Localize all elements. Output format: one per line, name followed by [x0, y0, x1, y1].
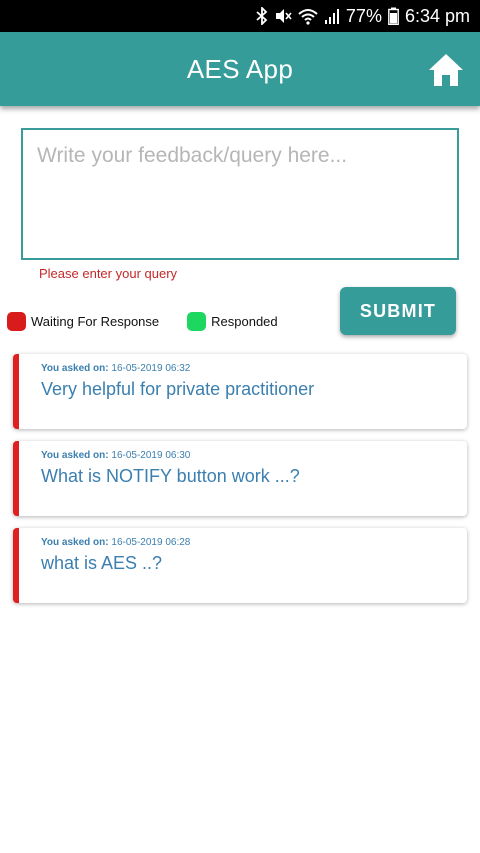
- asked-label: You asked on:: [41, 537, 109, 548]
- query-text: what is AES ..?: [41, 553, 163, 573]
- query-list: You asked on: 16-05-2019 06:32 Very help…: [13, 354, 467, 615]
- app-title: AES App: [186, 53, 294, 84]
- legend-label-waiting: Waiting For Response: [31, 314, 160, 329]
- asked-line: You asked on: 16-05-2019 06:32: [41, 363, 467, 374]
- home-icon: [429, 54, 463, 86]
- query-card[interactable]: You asked on: 16-05-2019 06:30 What is N…: [13, 441, 467, 516]
- responded-swatch: [187, 312, 207, 331]
- bluetooth-icon: [256, 7, 268, 25]
- mute-icon: [274, 7, 292, 25]
- app-bar: AES App: [0, 32, 480, 106]
- legend-item-waiting: Waiting For Response: [7, 312, 159, 331]
- battery-icon: [388, 7, 399, 25]
- status-legend: Waiting For Response Responded: [7, 312, 278, 331]
- wifi-icon: [298, 7, 318, 25]
- asked-date: 16-05-2019 06:32: [111, 363, 191, 374]
- battery-percent: 77%: [345, 5, 382, 26]
- query-text: What is NOTIFY button work ...?: [41, 466, 300, 486]
- asked-label: You asked on:: [41, 363, 109, 374]
- home-button[interactable]: [426, 50, 466, 90]
- status-bar: 77% 6:34 pm: [0, 0, 480, 32]
- validation-error: Please enter your query: [39, 266, 178, 281]
- asked-date: 16-05-2019 06:28: [111, 537, 191, 548]
- query-card[interactable]: You asked on: 16-05-2019 06:32 Very help…: [13, 354, 467, 429]
- submit-button[interactable]: SUBMIT: [340, 287, 456, 335]
- clock: 6:34 pm: [404, 5, 470, 26]
- asked-date: 16-05-2019 06:30: [111, 450, 191, 461]
- legend-label-responded: Responded: [211, 314, 278, 329]
- asked-line: You asked on: 16-05-2019 06:28: [41, 537, 467, 548]
- query-text: Very helpful for private practitioner: [41, 379, 315, 399]
- asked-label: You asked on:: [41, 450, 109, 461]
- waiting-swatch: [7, 312, 26, 331]
- query-card[interactable]: You asked on: 16-05-2019 06:28 what is A…: [13, 528, 467, 603]
- signal-icon: [324, 7, 340, 25]
- asked-line: You asked on: 16-05-2019 06:30: [41, 450, 467, 461]
- query-input[interactable]: [21, 128, 459, 260]
- legend-item-responded: Responded: [187, 312, 278, 331]
